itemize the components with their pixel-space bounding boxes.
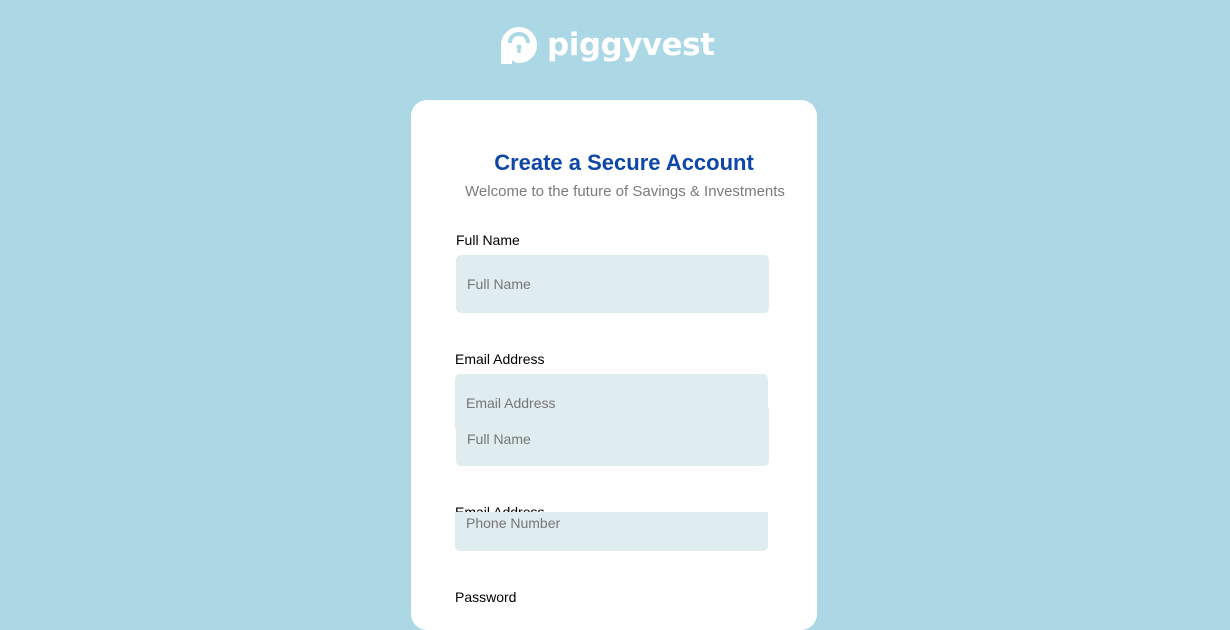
page-subtitle: Welcome to the future of Savings & Inves… — [465, 183, 785, 200]
full-name-label: Full Name — [456, 232, 520, 248]
brand-name: piggyvest — [547, 27, 715, 63]
phone-number-input[interactable] — [455, 512, 768, 551]
password-label: Password — [455, 589, 517, 605]
brand-logo[interactable]: piggyvest — [500, 26, 715, 64]
full-name-input[interactable] — [456, 255, 769, 313]
email-label: Email Address — [455, 351, 545, 367]
page-title: Create a Secure Account — [494, 150, 754, 175]
full-name-input-duplicate[interactable] — [456, 408, 769, 466]
padlock-logo-icon — [501, 27, 537, 64]
